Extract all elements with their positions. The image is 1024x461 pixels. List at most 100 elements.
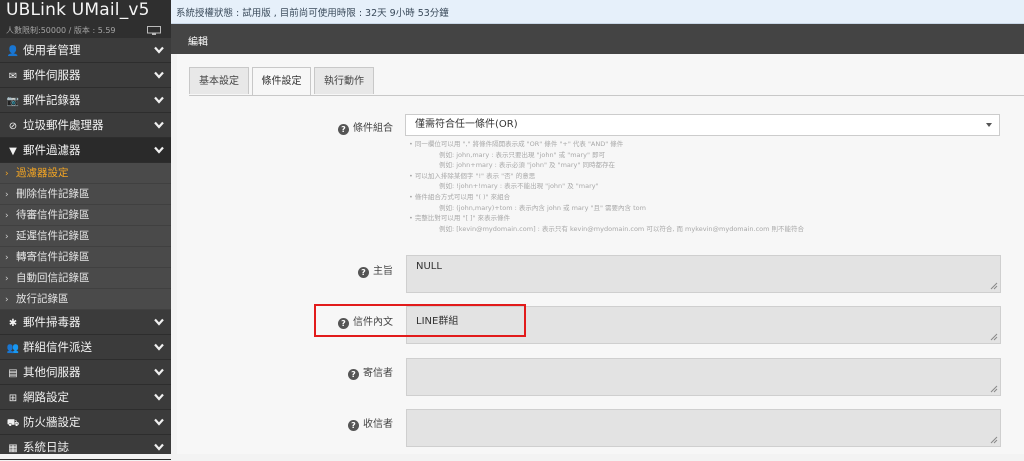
chevron-down-icon [154,368,164,376]
resize-grip-icon[interactable] [990,436,998,444]
submenu-item-label: 刪除信件記錄區 [16,188,90,200]
sidebar-item-label: 郵件掃毒器 [23,315,81,329]
subject-label: ? 主旨 [317,262,393,278]
sidebar-item-label: 郵件伺服器 [23,68,81,82]
caret-down-icon [986,123,992,127]
edit-title: 編輯 [188,37,208,48]
sidebar-item[interactable]: ▼ 郵件過濾器 [0,138,171,163]
hint-line: 例如: john+mary : 表示必須 "john" 及 "mary" 同時都… [439,161,615,170]
help-icon[interactable]: ? [348,420,359,431]
ban-icon: ⊘ [8,121,18,132]
sitemap-icon: ⊞ [8,393,18,404]
sidebar-item[interactable]: 👥 群組信件派送 [0,335,171,360]
sidebar-item-label: 垃圾郵件處理器 [23,118,104,132]
resize-grip-icon[interactable] [990,333,998,341]
truck-icon: ⛟ [6,418,20,429]
help-icon[interactable]: ? [358,267,369,278]
condition-select-value: 僅需符合任一條件(OR) [415,119,518,130]
tab-condition-settings[interactable]: 條件設定 [252,67,311,96]
tab-actions[interactable]: 執行動作 [314,67,374,94]
chevron-right-icon: › [5,232,9,242]
sidebar-item-label: 系統日誌 [23,440,69,454]
sidebar-item[interactable]: 👤 使用者管理 [0,38,171,63]
hint-line: • 可以加入排除某個字 "!" 表示 "否" 的意思 [409,171,536,180]
app-subtitle: 人數限制:50000 / 版本 : 5.59 [6,26,116,35]
condition-hints: • 同一欄位可以用 "," 將條件隔開表示成 "OR" 條件 "+" 代表 "A… [409,139,999,234]
resize-grip-icon[interactable] [990,385,998,393]
sender-label: ? 寄信者 [317,364,393,380]
filter-submenu: › 過濾器設定 › 刪除信件記錄區 › 待審信件記錄區 › 延遲信件記錄區 › 轉寄信件記錄區 › 自… [0,163,171,310]
help-icon[interactable]: ? [348,369,359,380]
chevron-down-icon [154,343,164,351]
chevron-down-icon [154,46,164,54]
sender-textarea[interactable] [406,358,1001,396]
submenu-item[interactable]: › 轉寄信件記錄區 [0,247,171,268]
annotation-highlight-box [314,304,526,337]
chevron-right-icon: › [5,274,9,284]
sidebar-item-label: 其他伺服器 [23,365,81,379]
chevron-down-icon [154,418,164,426]
sidebar-item[interactable]: ▤ 其他伺服器 [0,360,171,385]
subject-textarea[interactable]: NULL [406,255,1001,293]
chevron-right-icon: › [5,211,9,221]
app-title: UBLink UMail_v5 [6,0,150,20]
chevron-right-icon: › [5,169,9,179]
tab-basic-settings[interactable]: 基本設定 [189,67,249,94]
condition-select[interactable]: 僅需符合任一條件(OR) [405,114,1000,136]
hint-line: • 條件組合方式可以用 "( )" 來組合 [409,192,511,201]
sidebar-item[interactable]: ✉ 郵件伺服器 [0,63,171,88]
camera-icon: 📷 [6,96,20,107]
chevron-down-icon [154,146,164,154]
envelope-icon: ✉ [8,71,18,82]
submenu-item-label: 放行記錄區 [16,293,69,305]
sidebar-item-label: 使用者管理 [23,43,81,57]
submenu-item[interactable]: › 待審信件記錄區 [0,205,171,226]
hint-line: • 同一欄位可以用 "," 將條件隔開表示成 "OR" 條件 "+" 代表 "A… [409,140,624,148]
help-icon[interactable]: ? [338,124,349,135]
chevron-right-icon: › [5,190,9,200]
submenu-item[interactable]: › 放行記錄區 [0,289,171,310]
submenu-item-label: 延遲信件記錄區 [16,230,90,242]
edit-header: 編輯 [171,24,1024,54]
monitor-icon[interactable] [147,26,161,35]
sidebar-item[interactable]: ⊘ 垃圾郵件處理器 [0,113,171,138]
sidebar-item-label: 郵件記錄器 [23,93,81,107]
hint-line: 例如: !john+!mary : 表示不能出現 "john" 及 "mary" [439,182,599,191]
chevron-down-icon [154,71,164,79]
sidebar-item[interactable]: ⛟ 防火牆設定 [0,410,171,435]
tab-divider [189,95,1024,96]
chevron-right-icon: › [5,253,9,263]
filter-icon: ▼ [9,146,17,157]
condition-label: ? 條件組合 [317,119,393,135]
submenu-item[interactable]: › 自動回信記錄區 [0,268,171,289]
submenu-item-label: 轉寄信件記錄區 [16,251,90,263]
log-icon: ▦ [8,443,18,454]
license-status-text: 系統授權狀態 : 試用版 , 目前尚可使用時限 : 32天 9小時 53分鐘 [176,8,449,19]
sidebar-item[interactable]: 📷 郵件記錄器 [0,88,171,113]
recipient-textarea[interactable] [406,409,1001,447]
license-status-bar: 系統授權狀態 : 試用版 , 目前尚可使用時限 : 32天 9小時 53分鐘 [171,0,1024,24]
hint-line: 例如: [kevin@mydomain.com] : 表示只有 kevin@my… [439,224,805,233]
user-icon: 👤 [6,46,20,57]
sidebar-item[interactable]: ⊞ 網路設定 [0,385,171,410]
main-panel: 基本設定 條件設定 執行動作 ? 條件組合 僅需符合任一條件(OR) • 同一欄位… [177,54,1024,454]
hint-line: 例如: john,mary : 表示只要出現 "john" 或 "mary" 即… [439,150,606,159]
sidebar-item[interactable]: ✱ 郵件掃毒器 [0,310,171,335]
submenu-item-label: 過濾器設定 [16,167,69,179]
chevron-right-icon: › [5,295,9,305]
chevron-down-icon [154,393,164,401]
submenu-item[interactable]: › 過濾器設定 [0,163,171,184]
chevron-down-icon [154,318,164,326]
chevron-down-icon [154,443,164,451]
sidebar-item-label: 郵件過濾器 [23,143,81,157]
submenu-item[interactable]: › 延遲信件記錄區 [0,226,171,247]
chevron-down-icon [154,96,164,104]
users-icon: 👥 [6,343,20,354]
sidebar: UBLink UMail_v5 人數限制:50000 / 版本 : 5.59 👤… [0,0,171,460]
submenu-item-label: 待審信件記錄區 [16,209,90,221]
submenu-item[interactable]: › 刪除信件記錄區 [0,184,171,205]
resize-grip-icon[interactable] [990,282,998,290]
hint-line: 例如: (john,mary)+tom : 表示內含 john 或 mary "… [439,203,646,212]
subject-value: NULL [416,261,442,272]
sidebar-item[interactable]: ▦ 系統日誌 [0,435,171,460]
